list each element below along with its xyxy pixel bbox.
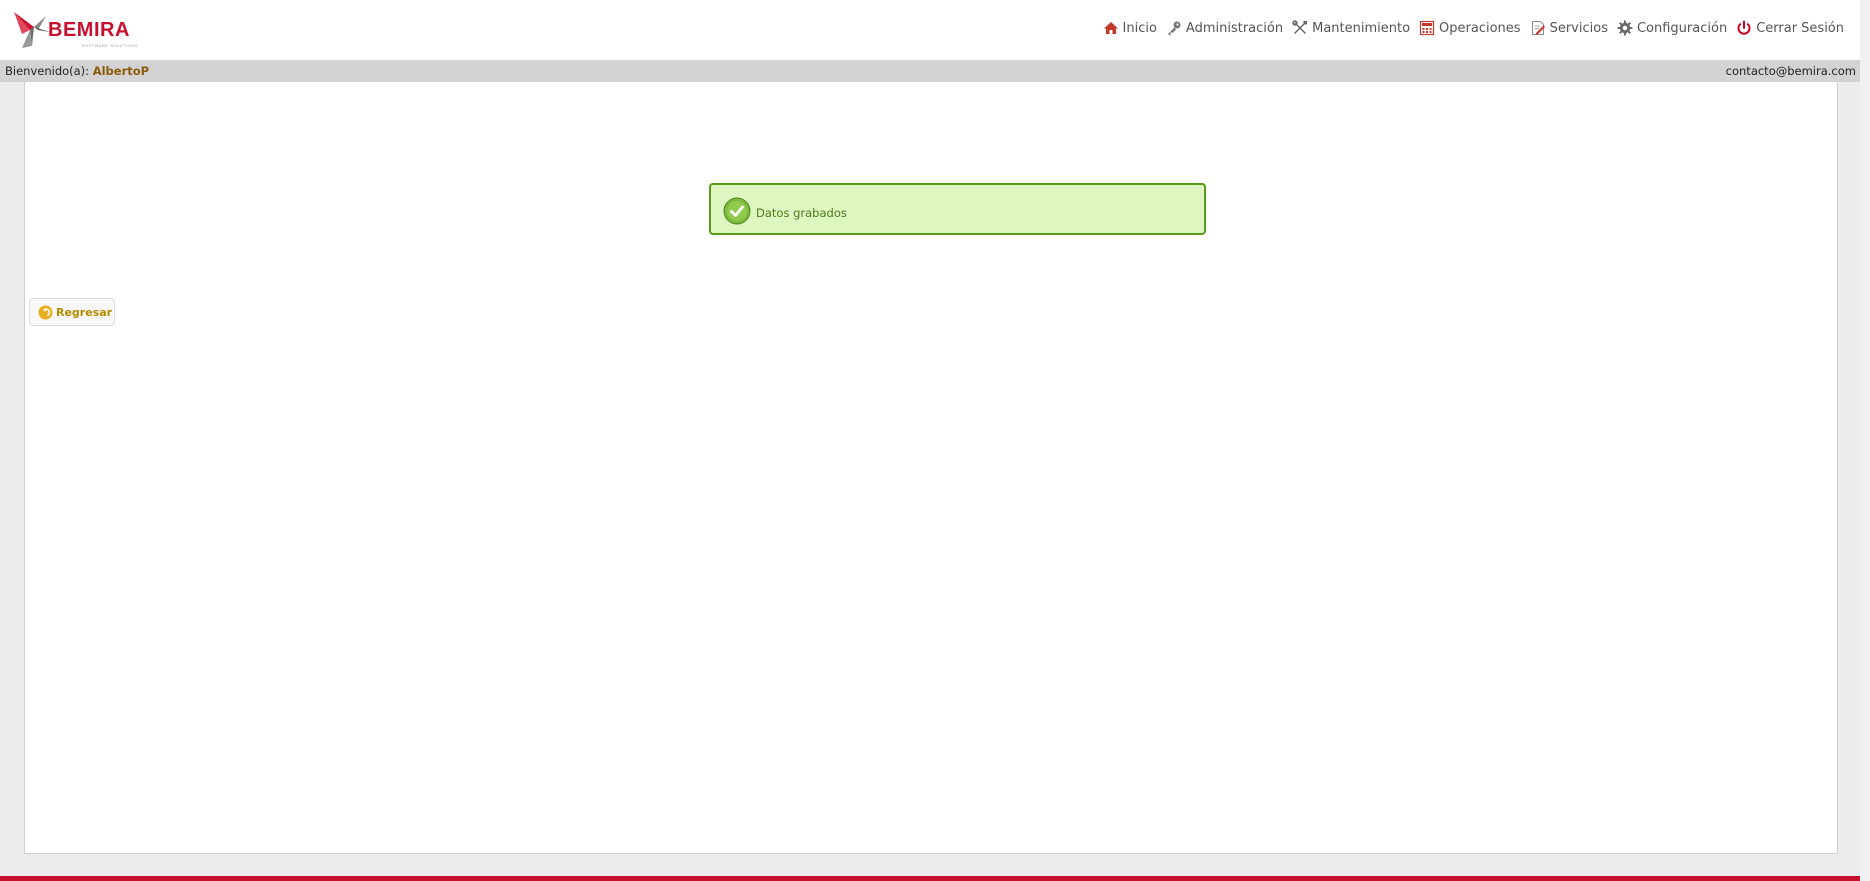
back-arrow-icon — [38, 305, 53, 320]
nav-label: Operaciones — [1439, 20, 1521, 36]
nav-label: Configuración — [1636, 20, 1728, 36]
nav-item-configuracion[interactable]: Configuración — [1617, 20, 1727, 36]
home-icon — [1103, 22, 1118, 34]
key-icon — [1167, 21, 1181, 36]
check-circle-icon — [723, 197, 751, 225]
alert-message: Datos grabados — [756, 206, 847, 220]
nav-label: Servicios — [1549, 20, 1608, 36]
gear-icon — [1617, 20, 1633, 36]
calculator-icon — [1419, 20, 1435, 36]
welcome-message: Bienvenido(a): AlbertoP — [5, 64, 149, 78]
nav-label: Cerrar Sesión — [1756, 20, 1844, 36]
user-bar: Bienvenido(a): AlbertoP contacto@bemira.… — [0, 60, 1860, 82]
back-button-label: Regresar — [56, 306, 113, 319]
welcome-label: Bienvenido(a): — [5, 64, 90, 78]
power-icon — [1737, 20, 1751, 35]
nav-item-servicios[interactable]: Servicios — [1530, 20, 1608, 36]
main-content: Datos grabados Regresar — [24, 82, 1838, 854]
success-alert: Datos grabados — [709, 183, 1206, 235]
nav-item-mantenimiento[interactable]: Mantenimiento — [1292, 20, 1410, 36]
nav-item-cerrar-sesion[interactable]: Cerrar Sesión — [1736, 20, 1844, 36]
nav-item-administracion[interactable]: Administración — [1166, 20, 1283, 36]
bemira-logo[interactable]: BEMIRA SOFTWARE SOLUTIONS — [12, 8, 142, 52]
nav-label: Administración — [1185, 20, 1284, 36]
nav-label: Inicio — [1122, 20, 1157, 36]
username: AlbertoP — [92, 64, 150, 78]
nav-item-operaciones[interactable]: Operaciones — [1419, 20, 1521, 36]
logo-wordmark: BEMIRA — [48, 19, 130, 41]
back-button[interactable]: Regresar — [29, 298, 115, 326]
document-edit-icon — [1531, 21, 1545, 35]
logo-tagline: SOFTWARE SOLUTIONS — [82, 43, 138, 48]
footer-accent-line — [0, 876, 1860, 881]
nav-item-inicio[interactable]: Inicio — [1103, 20, 1157, 36]
contact-email[interactable]: contacto@bemira.com — [1726, 64, 1856, 78]
header-bar: BEMIRA SOFTWARE SOLUTIONS Inicio Adminis… — [0, 0, 1860, 60]
page-scrollbar[interactable] — [1860, 0, 1870, 881]
main-nav: Inicio Administración Mantenimiento Oper… — [1094, 18, 1844, 38]
tools-icon — [1292, 20, 1308, 34]
nav-label: Mantenimiento — [1312, 20, 1411, 36]
